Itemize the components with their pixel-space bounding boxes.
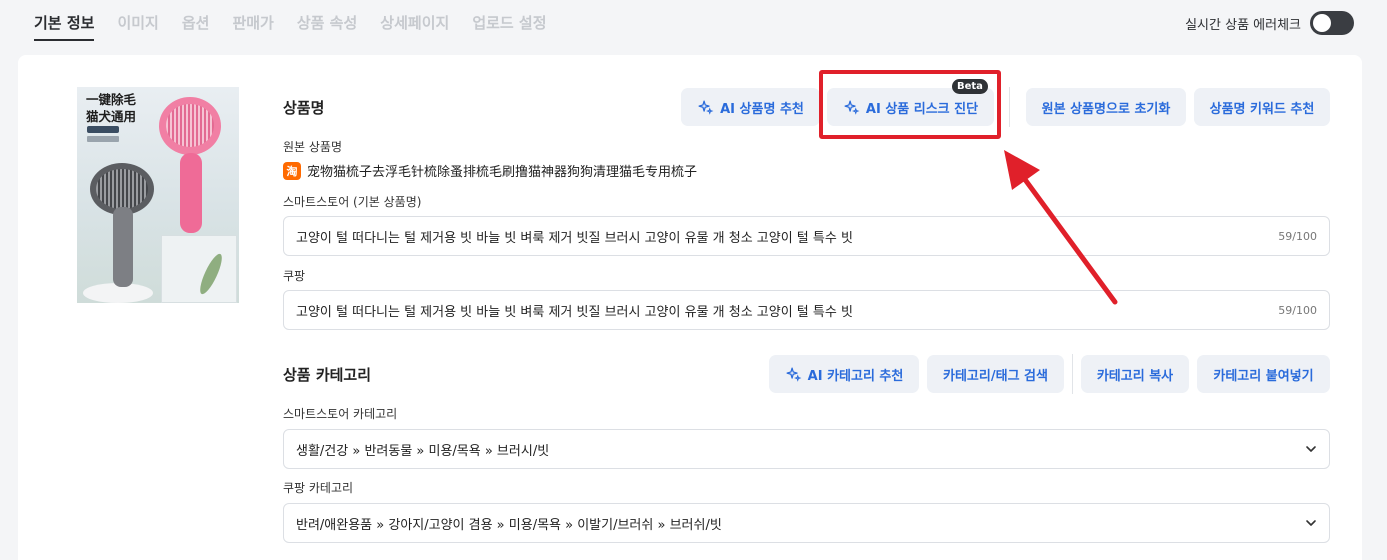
coupang-category-select[interactable]: 반려/애완용품 » 강아지/고양이 겸용 » 미용/목욕 » 이발기/브러쉬 »… bbox=[283, 503, 1330, 543]
smartstore-name-input[interactable]: 고양이 털 떠다니는 털 제거용 빗 바늘 빗 벼룩 제거 빗질 브러시 고양이… bbox=[283, 216, 1330, 256]
chevron-down-icon bbox=[1306, 446, 1316, 452]
realtime-check: 실시간 상품 에러체크 bbox=[1185, 11, 1354, 35]
category-paste-button[interactable]: 카테고리 붙여넣기 bbox=[1197, 355, 1330, 393]
pink-brush-handle bbox=[180, 153, 202, 233]
category-search-button[interactable]: 카테고리/태그 검색 bbox=[927, 355, 1064, 393]
category-search-button-label: 카테고리/태그 검색 bbox=[943, 368, 1048, 384]
toggle-knob bbox=[1313, 14, 1331, 32]
coupang-category-label: 쿠팡 카테고리 bbox=[283, 481, 354, 495]
realtime-check-toggle[interactable] bbox=[1310, 11, 1354, 35]
tab-detail-page[interactable]: 상세페이지 bbox=[380, 12, 449, 41]
tab-upload-settings[interactable]: 업로드 설정 bbox=[472, 12, 546, 41]
gray-brush-bristles bbox=[96, 169, 148, 209]
tab-price[interactable]: 판매가 bbox=[232, 12, 273, 41]
coupang-name-label: 쿠팡 bbox=[283, 269, 306, 283]
realtime-check-label: 실시간 상품 에러체크 bbox=[1185, 17, 1301, 33]
category-divider bbox=[1072, 354, 1073, 394]
thumb-subtext bbox=[87, 136, 119, 142]
thumb-title: 一键除毛 猫犬通用 bbox=[86, 91, 136, 125]
ai-name-button[interactable]: AI 상품명 추천 bbox=[681, 88, 820, 126]
smartstore-name-value: 고양이 털 떠다니는 털 제거용 빗 바늘 빗 벼룩 제거 빗질 브러시 고양이… bbox=[296, 230, 853, 246]
product-thumbnail[interactable]: 一键除毛 猫犬通用 bbox=[77, 87, 239, 303]
taobao-icon: 淘 bbox=[283, 161, 301, 180]
chevron-down-icon bbox=[1306, 520, 1316, 526]
tab-bar: 기본 정보 이미지 옵션 판매가 상품 속성 상세페이지 업로드 설정 bbox=[34, 12, 547, 41]
highlight-box bbox=[819, 70, 1001, 139]
coupang-name-counter: 59/100 bbox=[1278, 303, 1317, 317]
category-copy-button[interactable]: 카테고리 복사 bbox=[1081, 355, 1189, 393]
coupang-name-input[interactable]: 고양이 털 떠다니는 털 제거용 빗 바늘 빗 벼룩 제거 빗질 브러시 고양이… bbox=[283, 290, 1330, 330]
tab-attributes[interactable]: 상품 속성 bbox=[297, 12, 357, 41]
thumb-badge bbox=[87, 126, 119, 133]
original-name-label: 원본 상품명 bbox=[283, 140, 343, 154]
thumb-title-line1: 一键除毛 bbox=[86, 92, 137, 107]
category-copy-button-label: 카테고리 복사 bbox=[1096, 368, 1174, 384]
thumb-box bbox=[161, 235, 237, 303]
coupang-name-value: 고양이 털 떠다니는 털 제거용 빗 바늘 빗 벼룩 제거 빗질 브러시 고양이… bbox=[296, 304, 853, 320]
category-title: 상품 카테고리 bbox=[283, 366, 372, 384]
coupang-category-value: 반려/애완용품 » 강아지/고양이 겸용 » 미용/목욕 » 이발기/브러쉬 »… bbox=[296, 517, 722, 533]
reset-name-button-label: 원본 상품명으로 초기화 bbox=[1041, 101, 1171, 117]
tab-basic-info[interactable]: 기본 정보 bbox=[34, 12, 95, 41]
ai-category-button[interactable]: AI 카테고리 추천 bbox=[769, 355, 919, 393]
gray-brush-handle bbox=[113, 207, 133, 287]
original-name-value: 宠物猫梳子去浮毛针梳除蚤排梳毛刷撸猫神器狗狗清理猫毛专用梳子 bbox=[307, 165, 698, 180]
product-name-title: 상품명 bbox=[283, 99, 325, 117]
smartstore-name-label: 스마트스토어 (기본 상품명) bbox=[283, 195, 422, 209]
smartstore-category-value: 생활/건강 » 반려동물 » 미용/목욕 » 브러시/빗 bbox=[296, 443, 550, 459]
ai-name-button-label: AI 상품명 추천 bbox=[720, 101, 804, 117]
button-divider bbox=[1009, 87, 1010, 127]
ai-category-button-label: AI 카테고리 추천 bbox=[807, 368, 904, 384]
original-name: 淘 宠物猫梳子去浮毛针梳除蚤排梳毛刷撸猫神器狗狗清理猫毛专用梳子 bbox=[283, 161, 697, 180]
keyword-button-label: 상품명 키워드 추천 bbox=[1209, 101, 1315, 117]
sparkle-icon bbox=[698, 99, 714, 115]
category-paste-button-label: 카테고리 붙여넣기 bbox=[1213, 368, 1314, 384]
keyword-button[interactable]: 상품명 키워드 추천 bbox=[1194, 88, 1330, 126]
tab-images[interactable]: 이미지 bbox=[117, 12, 158, 41]
tab-options[interactable]: 옵션 bbox=[182, 12, 210, 41]
pink-brush-bristles bbox=[166, 104, 214, 147]
reset-name-button[interactable]: 원본 상품명으로 초기화 bbox=[1026, 88, 1186, 126]
smartstore-category-select[interactable]: 생활/건강 » 반려동물 » 미용/목욕 » 브러시/빗 bbox=[283, 429, 1330, 469]
thumb-title-line2: 猫犬通用 bbox=[86, 109, 137, 124]
smartstore-name-counter: 59/100 bbox=[1278, 229, 1317, 243]
sparkle-icon bbox=[786, 366, 802, 382]
smartstore-category-label: 스마트스토어 카테고리 bbox=[283, 407, 398, 421]
